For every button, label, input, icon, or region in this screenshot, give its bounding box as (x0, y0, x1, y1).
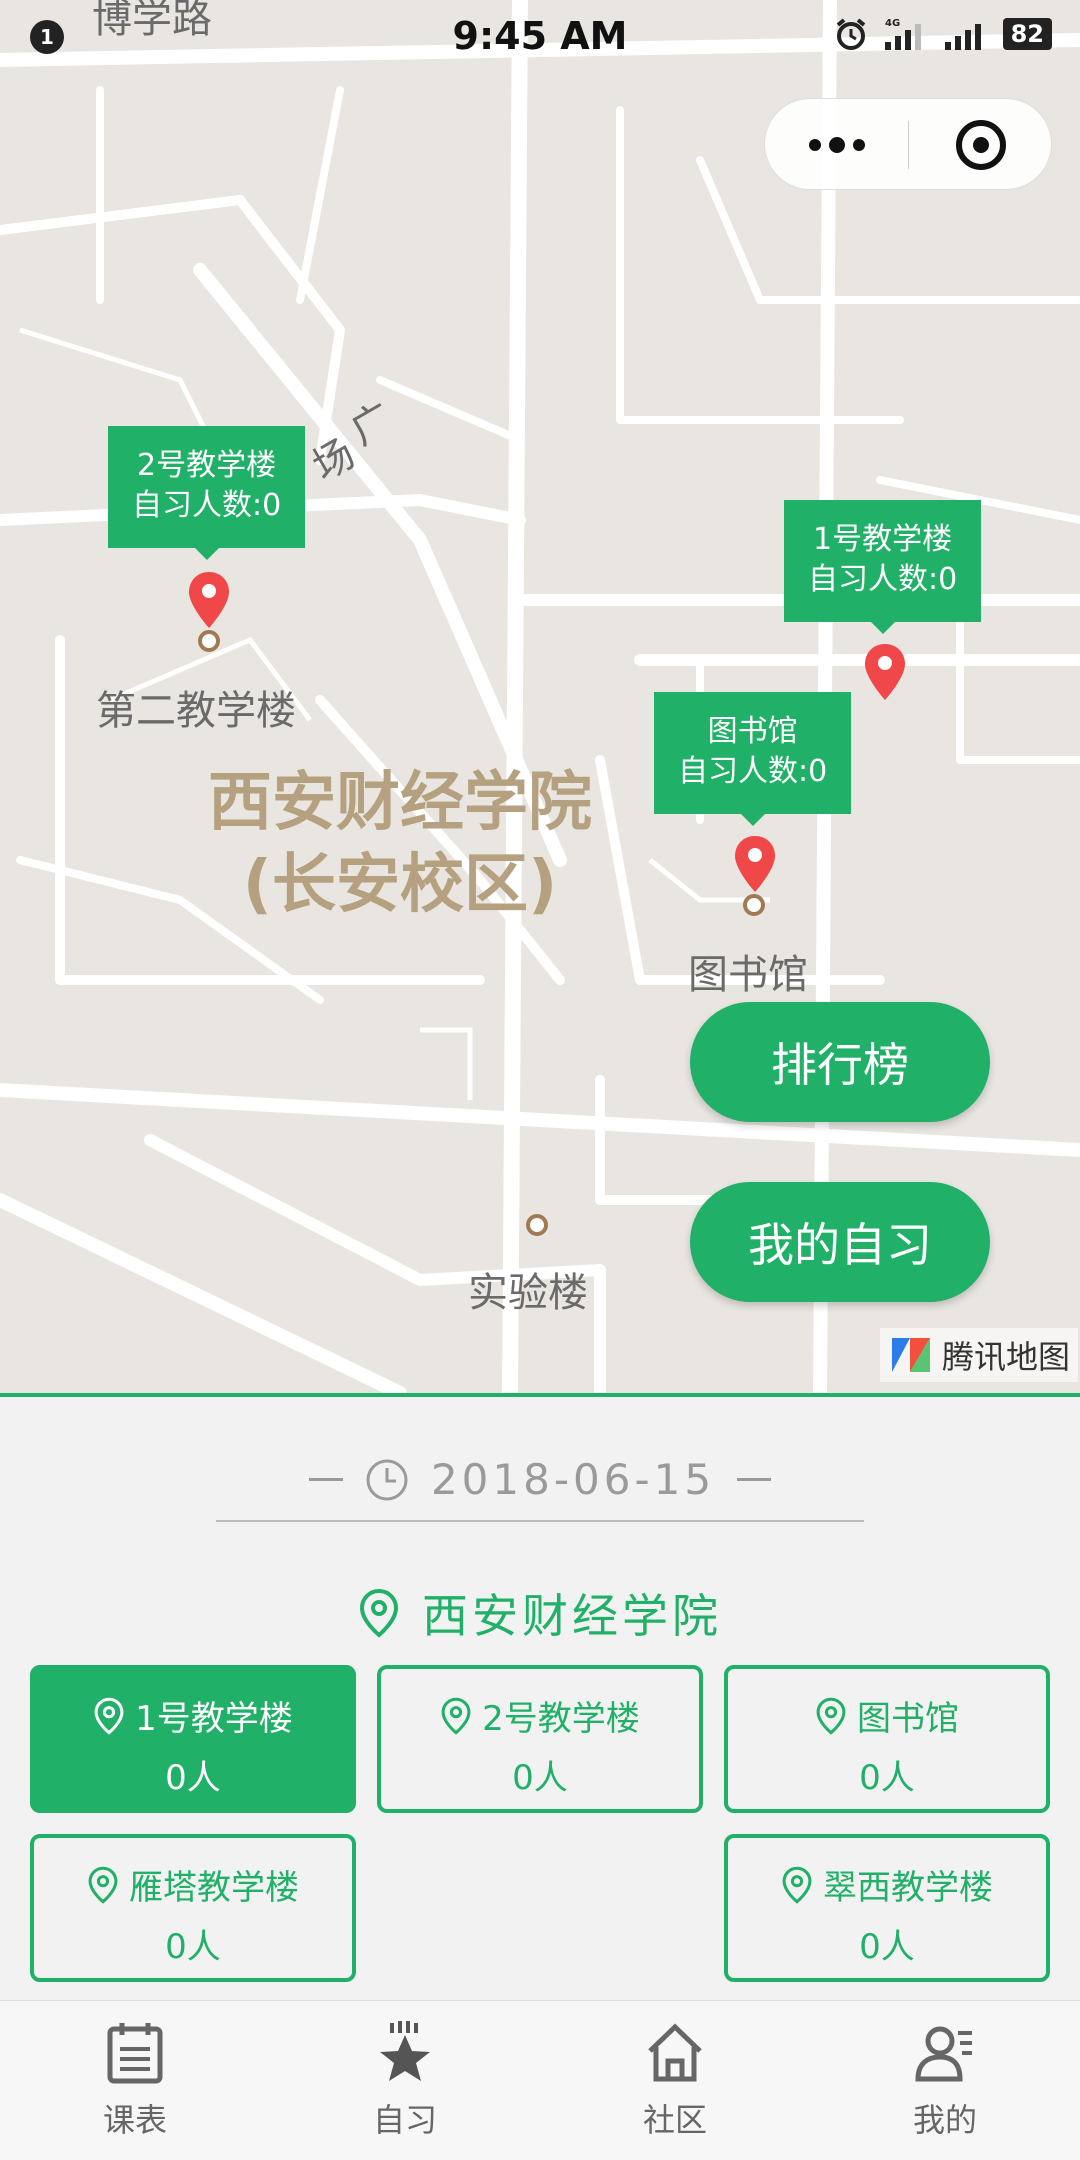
map-divider (0, 1393, 1080, 1397)
location-icon (782, 1866, 812, 1904)
battery-icon: 82 (1002, 18, 1052, 50)
building-card-name: 雁塔教学楼 (34, 1860, 352, 1909)
signal-4g-icon: 4G (884, 18, 921, 50)
home-icon (648, 2023, 702, 2082)
second-building-label: 第二教学楼 (96, 688, 296, 734)
location-icon (88, 1866, 118, 1904)
tab-community[interactable]: 社区 (540, 2001, 810, 2160)
poi-dot-library (743, 894, 765, 916)
tab-profile[interactable]: 我的 (810, 2001, 1080, 2160)
date-dash-left (308, 1478, 343, 1481)
location-icon (359, 1588, 399, 1638)
miniprogram-capsule (764, 98, 1052, 190)
date-dash-right (737, 1478, 772, 1481)
date-underline (216, 1520, 864, 1522)
map-brand-text: 腾讯地图 (942, 1338, 1071, 1376)
building-card-name: 2号教学楼 (381, 1691, 699, 1740)
callout-count: 自习人数:0 (678, 754, 828, 789)
building-count: 0人 (859, 1758, 915, 1798)
campus-name-line2: (长安校区) (242, 848, 558, 922)
building-count: 0人 (165, 1758, 221, 1798)
tab-label: 我的 (912, 2101, 977, 2139)
tab-label: 课表 (102, 2101, 167, 2139)
ranking-button[interactable]: 排行榜 (690, 1002, 990, 1122)
callout-library[interactable]: 图书馆 自习人数:0 (654, 692, 852, 826)
callout-title: 2号教学楼 (137, 448, 277, 483)
alarm-icon (836, 18, 865, 50)
profile-icon (915, 2026, 972, 2082)
building-card-name: 图书馆 (728, 1691, 1046, 1740)
callout-title: 图书馆 (707, 714, 798, 749)
building-card-cuixi[interactable]: 翠西教学楼 0人 (724, 1834, 1050, 1982)
poi-dot-second-building (198, 630, 220, 652)
building-card-name: 1号教学楼 (34, 1691, 352, 1740)
signal-icon (944, 24, 981, 50)
callout-building-1[interactable]: 1号教学楼 自习人数:0 (784, 500, 982, 634)
building-name-text: 翠西教学楼 (823, 1868, 993, 1908)
star-icon (380, 2021, 430, 2081)
tab-study[interactable]: 自习 (270, 2001, 540, 2160)
my-study-button[interactable]: 我的自习 (690, 1182, 990, 1302)
status-bar: 1 9:45 AM 4G 82 (0, 0, 1080, 72)
building-count: 0人 (859, 1927, 915, 1967)
callout-count: 自习人数:0 (808, 562, 958, 597)
building-name-text: 1号教学楼 (135, 1699, 293, 1739)
location-icon (441, 1697, 471, 1735)
building-count: 0人 (165, 1927, 221, 1967)
location-icon (94, 1697, 124, 1735)
tencent-map-logo-icon (892, 1338, 930, 1372)
callout-count: 自习人数:0 (132, 488, 282, 523)
location-icon (816, 1697, 846, 1735)
map-pin-icon[interactable] (186, 570, 232, 630)
building-count: 0人 (512, 1758, 568, 1798)
status-icons: 4G 82 (833, 16, 1052, 52)
building-name-text: 雁塔教学楼 (129, 1868, 299, 1908)
schedule-icon (107, 2023, 163, 2084)
building-card-yanta[interactable]: 雁塔教学楼 0人 (30, 1834, 356, 1982)
map-pin-icon[interactable] (732, 834, 778, 894)
map-brand: 腾讯地图 (880, 1328, 1079, 1382)
callout-title: 1号教学楼 (813, 522, 953, 557)
school-row: 西安财经学院 (0, 1580, 1080, 1646)
tab-label: 社区 (642, 2101, 707, 2139)
campus-name-line1: 西安财经学院 (208, 766, 592, 840)
bottom-tab-bar: 课表 自习 社区 我的 (0, 2000, 1080, 2160)
date-row: 2018-06-15 (0, 1455, 1080, 1504)
callout-building-2[interactable]: 2号教学楼 自习人数:0 (108, 426, 306, 560)
building-name-text: 图书馆 (857, 1699, 959, 1739)
campus-name-label: 西安财经学院 (长安校区) (190, 762, 610, 926)
poi-dot-lab (526, 1214, 548, 1236)
campus-map[interactable]: 博学路 广 场 第二教学楼 西安财经学院 (长安校区) 图书馆 实验楼 2号教学… (0, 0, 1080, 1393)
close-target-icon[interactable] (909, 99, 1052, 191)
library-label: 图书馆 (688, 952, 808, 998)
building-card-1[interactable]: 1号教学楼 0人 (30, 1665, 356, 1813)
building-card-library[interactable]: 图书馆 0人 (724, 1665, 1050, 1813)
date-text: 2018-06-15 (430, 1455, 716, 1504)
school-name: 西安财经学院 (422, 1589, 722, 1643)
lab-label: 实验楼 (468, 1270, 588, 1316)
tab-schedule[interactable]: 课表 (0, 2001, 270, 2160)
clock-icon (366, 1459, 408, 1500)
network-type-text: 4G (885, 18, 900, 29)
building-card-name: 翠西教学楼 (728, 1860, 1046, 1909)
more-options-icon[interactable] (765, 99, 908, 191)
building-name-text: 2号教学楼 (482, 1699, 640, 1739)
building-card-2[interactable]: 2号教学楼 0人 (377, 1665, 703, 1813)
map-pin-icon[interactable] (862, 642, 908, 702)
app-screen: 博学路 广 场 第二教学楼 西安财经学院 (长安校区) 图书馆 实验楼 2号教学… (0, 0, 1080, 2160)
tab-label: 自习 (372, 2101, 437, 2139)
